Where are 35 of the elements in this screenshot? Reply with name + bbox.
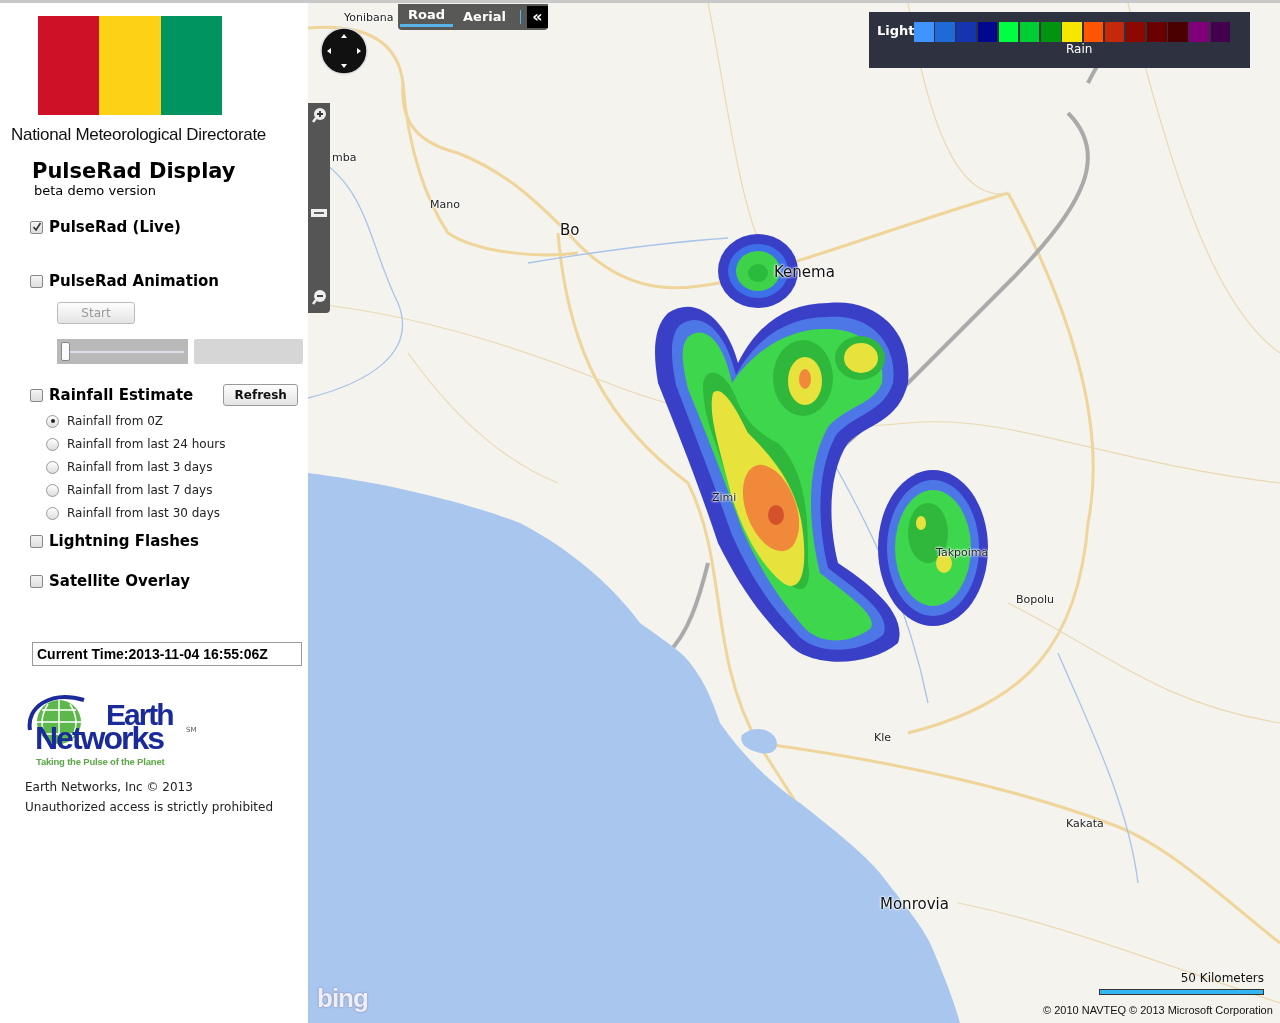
app-title: PulseRad Display [32, 159, 237, 183]
option-label: Rainfall from last 3 days [67, 460, 213, 474]
layer-label: Satellite Overlay [49, 572, 190, 590]
layer-label: Rainfall Estimate [49, 386, 194, 404]
map-type-tab[interactable]: Road [400, 7, 454, 27]
place-label: Bo [560, 221, 580, 239]
organization-name: National Meteorological Directorate [11, 125, 268, 145]
current-time: Current Time:2013-11-04 16:55:06Z [32, 642, 302, 666]
logo-tagline: Taking the Pulse of the Planet [36, 756, 165, 767]
copyright-text: Earth Networks, Inc © 2013 [25, 780, 194, 794]
place-label: mba [332, 151, 357, 164]
attribution-text: © 2010 NAVTEQ [1043, 1004, 1127, 1016]
provider-logo: bing [317, 983, 368, 1014]
legend-caption: Rain [1066, 42, 1093, 56]
layer-label: Lightning Flashes [49, 532, 199, 550]
place-label: Mano [430, 198, 460, 211]
place-label: Yonibana [344, 11, 394, 24]
place-label: Bopolu [1016, 593, 1055, 606]
place-label: Kakata [1066, 817, 1104, 830]
option-label: Rainfall from last 24 hours [67, 437, 226, 451]
option-label: Rainfall from last 30 days [67, 506, 221, 520]
map-type-tab[interactable]: Aerial [455, 8, 514, 26]
scale-label: 50 Kilometers [1180, 971, 1264, 985]
legend-label: Light [877, 23, 915, 38]
place-label: Monrovia [880, 895, 949, 913]
layer-label: PulseRad (Live) [49, 218, 181, 236]
option-label: Rainfall from 0Z [67, 414, 164, 428]
attribution-text: © 2013 Microsoft Corporation [1129, 1004, 1273, 1016]
refresh-button[interactable]: Refresh [223, 384, 299, 406]
layer-label: PulseRad Animation [49, 272, 220, 290]
app-subtitle: beta demo version [34, 183, 158, 198]
place-label: Kle [874, 731, 892, 744]
collapse-button[interactable]: « [526, 6, 548, 28]
option-label: Rainfall from last 7 days [67, 483, 213, 497]
access-notice: Unauthorized access is strictly prohibited [25, 800, 275, 814]
